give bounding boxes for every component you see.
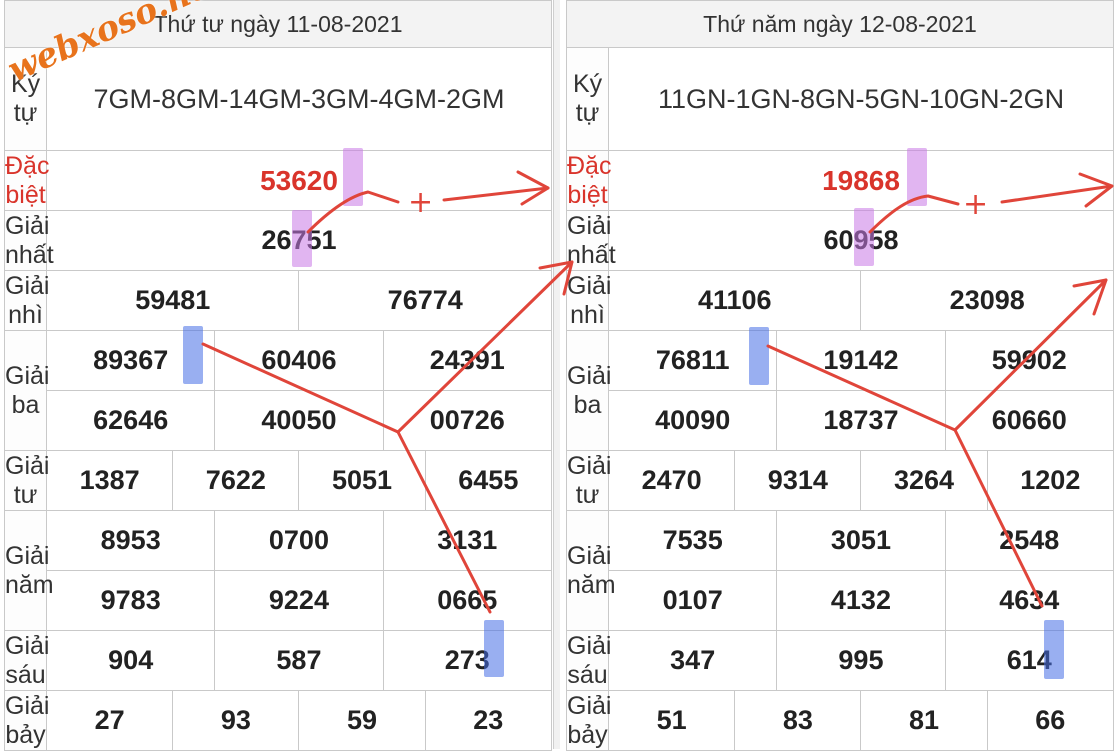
giai-nam-cell: 4634 [944, 570, 1115, 631]
results-table-right: Thứ năm ngày 12-08-2021 Ký tự 11GN-1GN-8… [565, 0, 1115, 751]
giai-sau-cell: 995 [776, 630, 946, 691]
giai-ba-cell: 59902 [944, 330, 1115, 391]
giai-bay-cell: 93 [172, 690, 300, 751]
giai-sau-cell: 614 [944, 630, 1115, 691]
row-label-giai-sau: Giải sáu [565, 630, 612, 691]
dac-biet-value: 19868 [608, 150, 1114, 211]
giai-nhat-value: 60958 [608, 210, 1114, 271]
giai-bay-cell: 59 [298, 690, 426, 751]
row-label-giai-sau: Giải sáu [3, 630, 50, 691]
giai-tu-cell: 1202 [986, 450, 1115, 511]
results-panel-right: Thứ năm ngày 12-08-2021 Ký tự 11GN-1GN-8… [560, 0, 1116, 751]
giai-bay-cell: 27 [46, 690, 174, 751]
giai-nam-cell: 9783 [46, 570, 216, 631]
giai-ba-cell: 62646 [46, 390, 216, 451]
row-label-giai-nhi: Giải nhì [565, 270, 612, 331]
ky-tu-value: 11GN-1GN-8GN-5GN-10GN-2GN [608, 47, 1114, 151]
results-panel-left: Thứ tư ngày 11-08-2021 Ký tự 7GM-8GM-14G… [0, 0, 556, 751]
giai-sau-cell: 587 [214, 630, 384, 691]
giai-ba-cell: 60406 [214, 330, 384, 391]
giai-tu-cell: 5051 [298, 450, 426, 511]
giai-nam-cell: 3131 [382, 510, 553, 571]
giai-tu-cell: 2470 [608, 450, 736, 511]
row-label-dac-biet: Đặc biệt [3, 150, 50, 211]
giai-nhi-cell: 23098 [860, 270, 1114, 331]
giai-ba-cell: 24391 [382, 330, 553, 391]
giai-nam-cell: 4132 [776, 570, 946, 631]
giai-ba-cell: 00726 [382, 390, 553, 451]
giai-bay-cell: 23 [424, 690, 553, 751]
giai-bay-cell: 81 [860, 690, 988, 751]
giai-bay-cell: 66 [986, 690, 1115, 751]
giai-sau-cell: 347 [608, 630, 778, 691]
row-label-giai-nhat: Giải nhất [565, 210, 616, 271]
giai-nam-cell: 0665 [382, 570, 553, 631]
row-label-giai-tu: Giải tư [3, 450, 50, 511]
giai-sau-cell: 904 [46, 630, 216, 691]
results-table-left: Thứ tư ngày 11-08-2021 Ký tự 7GM-8GM-14G… [3, 0, 553, 751]
giai-tu-cell: 7622 [172, 450, 300, 511]
date-header: Thứ năm ngày 12-08-2021 [566, 0, 1114, 48]
giai-ba-cell: 18737 [776, 390, 946, 451]
row-label-giai-bay: Giải bảy [3, 690, 50, 751]
giai-ba-cell: 40090 [608, 390, 778, 451]
giai-ba-cell: 19142 [776, 330, 946, 391]
row-label-dac-biet: Đặc biệt [565, 150, 612, 211]
giai-nam-cell: 7535 [608, 510, 778, 571]
giai-tu-cell: 6455 [424, 450, 553, 511]
giai-nam-cell: 9224 [214, 570, 384, 631]
giai-tu-cell: 9314 [734, 450, 862, 511]
giai-ba-cell: 89367 [46, 330, 216, 391]
giai-ba-cell: 40050 [214, 390, 384, 451]
row-label-giai-bay: Giải bảy [565, 690, 612, 751]
giai-nhi-cell: 41106 [608, 270, 862, 331]
giai-nam-cell: 0700 [214, 510, 384, 571]
giai-tu-cell: 3264 [860, 450, 988, 511]
giai-nhi-cell: 76774 [298, 270, 552, 331]
row-label-giai-ba: Giải ba [3, 330, 49, 451]
giai-nam-cell: 3051 [776, 510, 946, 571]
row-label-giai-nam: Giải năm [565, 510, 616, 631]
giai-bay-cell: 51 [608, 690, 736, 751]
dac-biet-value: 53620 [46, 150, 552, 211]
giai-nam-cell: 0107 [608, 570, 778, 631]
row-label-giai-nhat: Giải nhất [3, 210, 54, 271]
giai-ba-cell: 76811 [608, 330, 778, 391]
giai-ba-cell: 60660 [944, 390, 1115, 451]
row-label-giai-tu: Giải tư [565, 450, 612, 511]
giai-bay-cell: 83 [734, 690, 862, 751]
ky-tu-value: 7GM-8GM-14GM-3GM-4GM-2GM [46, 47, 552, 151]
giai-nhi-cell: 59481 [46, 270, 300, 331]
row-label-giai-nam: Giải năm [3, 510, 54, 631]
row-label-giai-nhi: Giải nhì [3, 270, 50, 331]
giai-nhat-value: 26751 [46, 210, 552, 271]
giai-tu-cell: 1387 [46, 450, 174, 511]
row-label-ky-tu: Ký tự [565, 47, 610, 151]
giai-sau-cell: 273 [382, 630, 553, 691]
giai-nam-cell: 2548 [944, 510, 1115, 571]
row-label-giai-ba: Giải ba [565, 330, 611, 451]
giai-nam-cell: 8953 [46, 510, 216, 571]
